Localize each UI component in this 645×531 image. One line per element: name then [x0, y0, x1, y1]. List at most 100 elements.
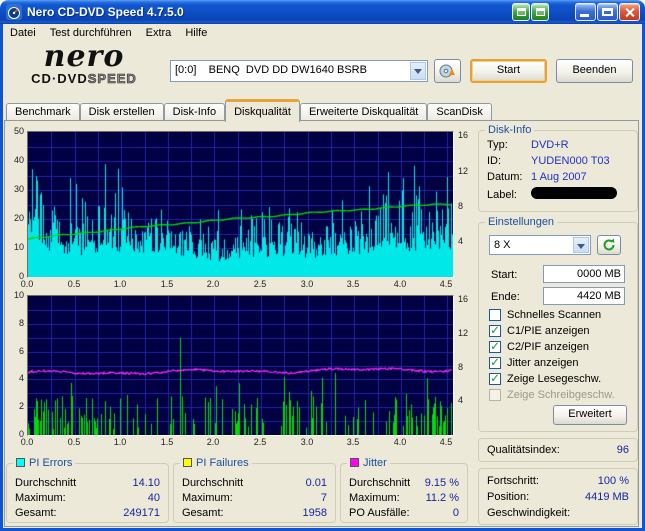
erweitert-button[interactable]: Erweitert	[553, 405, 627, 425]
menu-datei[interactable]: Datei	[3, 26, 43, 40]
pi-failures-stats-caption: PI Failures	[180, 457, 252, 469]
axis-tick-label: 1.0	[113, 279, 127, 289]
checkbox-label: Zeige Lesegeschw.	[507, 373, 602, 385]
titlebar-extra-button-1[interactable]	[512, 3, 530, 21]
maximize-icon	[602, 8, 613, 16]
stat-label: Gesamt:	[15, 507, 57, 519]
pi-failures-stats-group: PI Failures Durchschnitt 0.01 Maximum: 7 G…	[173, 457, 336, 523]
axis-tick-label: 2.5	[253, 279, 267, 289]
disk-type-label: Typ:	[487, 139, 508, 151]
pi-failures-stats-title: PI Failures	[196, 457, 249, 469]
titlebar-extra-button-2[interactable]	[531, 3, 549, 21]
tab-disk-info[interactable]: Disk-Info	[163, 103, 226, 120]
position-label: Position:	[487, 491, 530, 503]
stat-label: Durchschnitt	[182, 477, 244, 489]
quality-index-label: Qualitätsindex:	[487, 444, 560, 456]
beenden-button[interactable]: Beenden	[556, 59, 633, 83]
disk-label-censored-bar	[531, 187, 617, 199]
close-button[interactable]	[619, 3, 640, 21]
tab-erweiterte-diskqualitaet[interactable]: Erweiterte Diskqualität	[299, 103, 428, 120]
stat-label: Maximum:	[15, 492, 66, 504]
jitter-color-swatch	[350, 458, 359, 467]
minimize-icon	[580, 14, 589, 17]
tab-diskqualitaet[interactable]: Diskqualität	[225, 99, 300, 122]
axis-tick-label: 12	[458, 166, 469, 176]
tab-bar: Benchmark Disk erstellen Disk-Info Diskq…	[6, 99, 492, 122]
speed-label: Geschwindigkeit:	[487, 507, 571, 519]
refresh-icon	[603, 238, 615, 251]
drive-select-arrow[interactable]	[410, 62, 426, 80]
pi-failures-chart-block: 0 2 4 6 8 10 4 8 12 16 0.0 0.5 1.0 1.5 2.0 2.5 3.0 3.5 4…	[6, 290, 468, 450]
stat-label: Gesamt:	[182, 507, 224, 519]
tab-disk-erstellen[interactable]: Disk erstellen	[79, 103, 164, 120]
disk-label-row: Label:	[487, 187, 629, 202]
axis-tick-label: 1.5	[160, 437, 174, 447]
tab-benchmark[interactable]: Benchmark	[6, 103, 80, 120]
disk-date-label: Datum:	[487, 171, 523, 183]
speed-select-arrow[interactable]	[573, 237, 589, 253]
axis-tick-label: 50	[13, 126, 24, 136]
pi-errors-stats-group: PI Errors Durchschnitt 14.10 Maximum: 40 G…	[6, 457, 169, 523]
settings-group: Einstellungen 8 X Start: Ende: ✓ Schnell…	[478, 216, 638, 432]
speed-right-axis: 4 8 12 16	[456, 130, 470, 276]
speed-select[interactable]: 8 X	[489, 235, 591, 255]
menu-test-durchfuehren[interactable]: Test durchführen	[43, 26, 139, 40]
axis-tick-label: 16	[458, 130, 469, 140]
axis-tick-label: 2.0	[206, 437, 220, 447]
checkbox-label: Schnelles Scannen	[507, 309, 602, 321]
axis-tick-label: 2	[18, 401, 24, 411]
nero-logo: nero CD·DVDSPEED	[10, 42, 158, 94]
pi-failures-color-swatch	[183, 458, 192, 467]
erweitert-button-label: Erweitert	[568, 408, 612, 420]
position-row: Position: 4419 MB	[487, 491, 629, 504]
axis-tick-label: 3.5	[346, 437, 360, 447]
disk-id-value: YUDEN000 T03	[531, 155, 610, 167]
stat-value: 14.10	[132, 477, 160, 489]
start-mb-field[interactable]	[543, 265, 625, 283]
axis-tick-label: 0.0	[20, 279, 34, 289]
axis-tick-label: 40	[13, 155, 24, 165]
maximize-button[interactable]	[597, 3, 618, 21]
checkbox-box: ✓	[489, 389, 501, 401]
menu-extra[interactable]: Extra	[139, 26, 179, 40]
eject-disc-button[interactable]	[434, 59, 461, 83]
end-mb-label: Ende:	[491, 291, 520, 303]
progress-group: Fortschritt: 100 % Position: 4419 MB Ges…	[478, 468, 638, 525]
checkmark-icon: ✓	[490, 323, 501, 337]
minimize-button[interactable]	[575, 3, 596, 21]
checkbox-box: ✓	[489, 355, 501, 369]
axis-tick-label: 0.5	[67, 437, 81, 447]
stat-value: 249171	[123, 507, 160, 519]
window-glyph-icon	[517, 8, 526, 16]
axis-tick-label: 4.0	[393, 437, 407, 447]
disk-type-value: DVD+R	[531, 139, 569, 151]
pi-errors-x-axis: 0.0 0.5 1.0 1.5 2.0 2.5 3.0 3.5 4.0 4.5	[21, 279, 454, 290]
end-mb-field[interactable]	[543, 287, 625, 305]
drive-select[interactable]: [0:0] BENQ DVD DD DW1640 BSRB	[170, 60, 428, 82]
start-button-label: Start	[496, 64, 521, 76]
chevron-down-icon	[414, 69, 422, 78]
axis-tick-label: 1.0	[113, 437, 127, 447]
window-frame-left	[0, 24, 3, 531]
axis-tick-label: 3.0	[300, 437, 314, 447]
disk-info-group: Disk-Info Typ: DVD+R ID: YUDEN000 T03 Da…	[478, 124, 638, 212]
axis-tick-label: 10	[13, 290, 24, 300]
checkmark-icon: ✓	[490, 355, 501, 369]
axis-tick-label: 12	[458, 328, 469, 338]
nero-logo-cddvd: CD·DVD	[31, 71, 88, 86]
app-icon	[6, 4, 22, 20]
pi-errors-chart	[27, 131, 454, 278]
stat-label: Maximum:	[182, 492, 233, 504]
stat-value: 0.01	[305, 477, 327, 489]
axis-tick-label: 16	[458, 294, 469, 304]
menu-hilfe[interactable]: Hilfe	[178, 26, 214, 40]
tab-scandisk[interactable]: ScanDisk	[427, 103, 492, 120]
pi-errors-stats-caption: PI Errors	[13, 457, 76, 469]
axis-tick-label: 4.5	[439, 279, 453, 289]
refresh-disc-button[interactable]	[597, 235, 621, 255]
stat-label: Durchschnitt	[349, 477, 411, 489]
start-button[interactable]: Start	[470, 59, 547, 83]
checkbox-label: Zeige Schreibgeschw.	[507, 389, 615, 401]
stat-value: 7	[320, 492, 327, 504]
checkbox-label: Jitter anzeigen	[507, 357, 579, 369]
